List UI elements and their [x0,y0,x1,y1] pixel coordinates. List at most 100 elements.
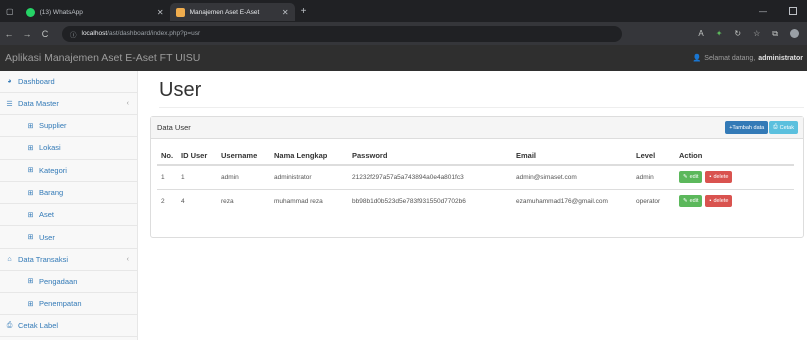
sidebar-item-data-transaksi[interactable]: ⌂ Data Transaksi ‹ [0,249,137,271]
cell-username: admin [217,164,270,189]
table-icon: ⊞ [27,300,34,308]
cell-level: admin [632,164,675,189]
trash-icon: ▪ [709,174,712,181]
column-header: Level [632,147,675,166]
sidebar-item-data-master[interactable]: ☰ Data Master ‹ [0,93,137,115]
sidebar-item-barang[interactable]: ⊞ Barang [0,182,137,205]
minimize-icon[interactable]: — [759,7,767,16]
browser-tabstrip: ▢ (13) WhatsApp ✕ Manajemen Aset E-Aset … [0,0,807,22]
profile-avatar[interactable] [790,29,799,38]
reload-icon[interactable]: C [36,29,54,39]
cell-action: ✎ edit ▪ delete [675,188,794,213]
close-icon[interactable]: ✕ [157,8,164,17]
cell-id-user: 4 [177,188,217,213]
panel-buttons: +Tambah data ⎙ Cetak [725,121,803,134]
sidebar-item-label: Penempatan [39,299,82,309]
add-data-button[interactable]: +Tambah data [725,121,769,134]
favorites-icon[interactable]: ☆ [753,29,760,38]
tab-actions-icon[interactable]: ▢ [0,7,20,16]
sidebar-item-aset[interactable]: ⊞ Aset [0,204,137,227]
collections-icon[interactable]: ⧉ [772,29,778,39]
column-header: ID User [177,147,217,166]
sidebar-item-label: Barang [39,188,64,198]
new-tab-button[interactable]: + [295,6,313,17]
sidebar-item-label: Kategori [39,165,67,175]
refresh-icon[interactable]: ↻ [734,29,741,38]
address-bar[interactable]: ⓘ localhost/ast/dashboard/index.php?p=us… [62,25,622,42]
edit-button[interactable]: ✎ edit [679,171,703,184]
table-row: 2 4 reza muhammad reza bb98b1d0b523d5e78… [157,188,794,213]
site-info-icon[interactable]: ⓘ [70,29,77,39]
whatsapp-icon [25,7,35,17]
table-row: 1 1 admin administrator 21232f297a57a5a7… [157,164,794,189]
read-aloud-icon[interactable]: A [698,29,703,38]
sidebar-item-label: Data Transaksi [18,254,69,264]
column-header: Username [217,147,270,166]
close-icon[interactable]: ✕ [282,8,289,17]
table-header-row: No. ID User Username Nama Lengkap Passwo… [157,147,794,166]
table-icon: ⊞ [27,211,34,219]
sidebar-item-cetak-label[interactable]: ⎙ Cetak Label [0,315,137,338]
sidebar-item-supplier[interactable]: ⊞ Supplier [0,115,137,138]
title-divider [159,107,804,108]
sidebar-item-penempatan[interactable]: ⊞ Penempatan [0,293,137,316]
tab-whatsapp[interactable]: (13) WhatsApp ✕ [20,3,170,21]
cell-password: 21232f297a57a5a743894a0e4a801fc3 [348,164,512,189]
back-icon[interactable]: ← [0,29,18,39]
table-icon: ⊞ [27,144,34,152]
bank-icon: ⌂ [7,255,12,263]
sidebar-item-label: Supplier [39,121,67,131]
toolbar-icons: A ✦ ↻ ☆ ⧉ [698,29,807,39]
forward-icon[interactable]: → [18,29,36,39]
delete-label: delete [713,174,729,181]
sidebar-item-user[interactable]: ⊞ User [0,226,137,249]
panel-heading: Data User +Tambah data ⎙ Cetak [151,117,803,139]
edit-button[interactable]: ✎ edit [679,195,703,208]
print-icon: ⎙ [773,124,778,130]
sidebar-item-pengadaan[interactable]: ⊞ Pengadaan [0,271,137,294]
delete-button[interactable]: ▪ delete [705,195,733,208]
column-header: Email [512,147,632,166]
collapse-arrow-icon: ‹ [126,100,129,107]
sidebar-item-kategori[interactable]: ⊞ Kategori [0,160,137,182]
edit-label: edit [689,174,699,181]
url-host: localhost [81,30,108,37]
user-table: No. ID User Username Nama Lengkap Passwo… [157,147,794,213]
print-button[interactable]: ⎙ Cetak [769,121,798,134]
table-icon: ⊞ [27,167,34,175]
user-icon: 👤 [692,55,702,62]
tab-title: Manajemen Aset E-Aset [189,8,260,16]
window-controls: — [759,6,807,16]
welcome-message[interactable]: 👤 Selamat datang, administrator [692,54,807,63]
pencil-icon: ✎ [683,198,688,205]
maximize-icon[interactable] [789,6,797,15]
page-title: User [159,79,202,101]
pencil-icon: ✎ [683,174,688,181]
sidebar-item-label: Data Master [18,99,59,108]
table-icon: ⊞ [27,278,34,286]
cell-email: ezamuhammad176@gmail.com [512,188,632,213]
sidebar: ◕ Dashboard ☰ Data Master ‹ ⊞ Supplier ⊞… [0,71,138,340]
sidebar-item-label: Dashboard [18,77,55,86]
sidebar-item-dashboard[interactable]: ◕ Dashboard [0,71,137,93]
sidebar-item-label: Cetak Label [18,321,59,331]
app-brand[interactable]: Aplikasi Manajemen Aset E-Aset FT UISU [5,52,200,64]
tab-title: (13) WhatsApp [39,8,83,16]
site-favicon-icon [175,7,185,17]
dashboard-icon: ◕ [7,78,12,85]
tab-manajemen-aset[interactable]: Manajemen Aset E-Aset ✕ [169,3,295,21]
delete-button[interactable]: ▪ delete [705,171,733,184]
welcome-username: administrator [758,54,803,62]
column-header: Nama Lengkap [270,147,348,166]
table-icon: ⊞ [27,122,34,130]
extension-icon[interactable]: ✦ [716,29,723,38]
browser-toolbar: ← → C ⓘ localhost/ast/dashboard/index.ph… [0,22,807,45]
list-icon: ☰ [6,100,13,108]
sidebar-item-lokasi[interactable]: ⊞ Lokasi [0,137,137,160]
cell-id-user: 1 [177,164,217,189]
cell-nama-lengkap: muhammad reza [270,188,348,213]
sidebar-item-label: Pengadaan [39,276,78,286]
print-icon: ⎙ [6,321,13,329]
cell-email: admin@simaset.com [512,164,632,189]
app-navbar: Aplikasi Manajemen Aset E-Aset FT UISU 👤… [0,45,807,71]
